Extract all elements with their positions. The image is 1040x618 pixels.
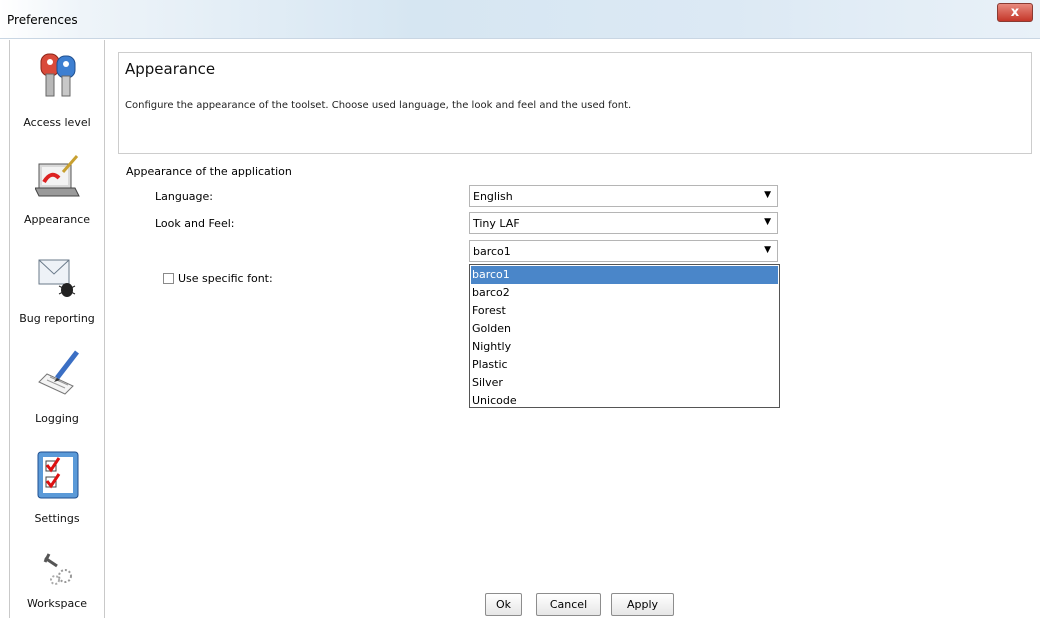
keys-icon [40,53,76,97]
envelope-bug-icon [38,259,76,297]
tools-gear-icon [43,553,72,585]
sidebar-item-bug-reporting[interactable]: Bug reporting [10,246,104,336]
sidebar-item-label: Appearance [23,213,91,226]
dropdown-option[interactable]: Plastic [471,356,778,374]
sidebar-item-access-level[interactable]: Access level [10,40,104,136]
dropdown-option[interactable]: Silver [471,374,778,392]
sidebar-item-label: Access level [23,116,91,129]
language-value: English [473,190,513,203]
theme-select[interactable]: barco1 ▼ [469,240,778,262]
dropdown-option[interactable]: barco2 [471,284,778,302]
look-and-feel-select[interactable]: Tiny LAF ▼ [469,212,778,234]
sidebar-item-label: Settings [34,512,80,525]
close-button[interactable]: x [997,3,1033,22]
window-title: Preferences [7,13,78,27]
use-specific-font-checkbox[interactable] [163,273,174,284]
language-label: Language: [155,190,213,203]
dropdown-option[interactable]: barco1 [471,266,778,284]
close-icon: x [1010,5,1020,20]
sidebar: Access level Appearance Bug reporting Lo… [9,40,105,618]
use-specific-font-label[interactable]: Use specific font: [178,272,273,285]
sidebar-item-logging[interactable]: Logging [10,346,104,436]
pencil-document-icon [38,350,79,395]
dropdown-option[interactable]: Forest [471,302,778,320]
section-header: Appearance Configure the appearance of t… [118,52,1032,154]
look-and-feel-value: Tiny LAF [473,217,520,230]
dropdown-option[interactable]: Unicode [471,392,778,410]
page-description: Configure the appearance of the toolset.… [125,100,632,111]
sidebar-item-workspace[interactable]: Workspace [10,546,104,618]
apply-button[interactable]: Apply [611,593,674,616]
sidebar-item-settings[interactable]: Settings [10,446,104,536]
sidebar-item-label: Logging [35,412,79,425]
sidebar-item-label: Workspace [26,597,88,610]
theme-dropdown-list: barco1 barco2 Forest Golden Nightly Plas… [469,264,780,408]
page-title: Appearance [125,60,216,78]
title-bar: Preferences x [0,0,1040,39]
section-label: Appearance of the application [126,165,292,178]
sidebar-item-appearance[interactable]: Appearance [10,146,104,236]
ok-button[interactable]: Ok [485,593,522,616]
chevron-down-icon: ▼ [764,190,771,200]
theme-value: barco1 [473,245,511,258]
laptop-paint-icon [35,155,80,197]
checklist-icon [37,451,79,499]
cancel-button[interactable]: Cancel [536,593,601,616]
dropdown-option[interactable]: Nightly [471,338,778,356]
look-and-feel-label: Look and Feel: [155,217,235,230]
chevron-down-icon: ▼ [764,245,771,255]
dropdown-option[interactable]: Golden [471,320,778,338]
sidebar-item-label: Bug reporting [19,312,95,325]
chevron-down-icon: ▼ [764,217,771,227]
language-select[interactable]: English ▼ [469,185,778,207]
